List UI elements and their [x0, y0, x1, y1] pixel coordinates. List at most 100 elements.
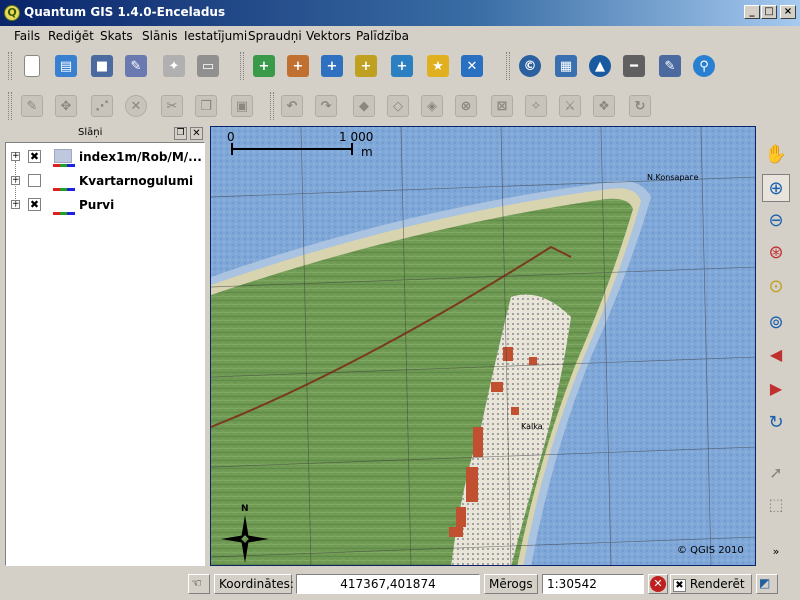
scalebar-button[interactable]: ▦ [552, 52, 580, 80]
save-as-button[interactable]: ✎ [122, 52, 150, 80]
merge-features-icon: ❖ [593, 95, 615, 117]
add-ring-button[interactable]: ◇ [384, 92, 412, 120]
toolbar-overflow-button[interactable]: » [762, 542, 790, 560]
menu-vektors[interactable]: Vektors [306, 29, 351, 43]
zoom-full-button[interactable]: ⊛ [762, 238, 790, 266]
scale-label: Mērogs [484, 574, 538, 594]
layer-name: Purvi [79, 198, 115, 212]
refresh-button[interactable]: ↻ [762, 408, 790, 436]
zoom-out-button[interactable]: ⊖ [762, 206, 790, 234]
layer-row-index1m[interactable]: + ✖ index1m/Rob/M/... [6, 147, 204, 169]
layer-visibility-checkbox[interactable]: ✖ [28, 198, 41, 211]
toggle-editing-button[interactable]: ✎ [18, 92, 46, 120]
simplify-feature-button[interactable]: ◆ [350, 92, 378, 120]
menu-palidziba[interactable]: Palīdzība [356, 29, 409, 43]
layer-visibility-checkbox[interactable] [28, 174, 41, 187]
cut-features-button[interactable]: ✂ [158, 92, 186, 120]
select-features-button[interactable]: ⬚ [762, 490, 790, 518]
toolbar-grip[interactable] [240, 52, 244, 80]
stop-render-button[interactable]: ✕ [648, 574, 668, 594]
zoom-last-button[interactable]: ⚲ [690, 52, 718, 80]
raster-layer-symbol-icon [51, 149, 75, 167]
delete-ring-button[interactable]: ⊗ [452, 92, 480, 120]
menu-slanis[interactable]: Slānis [142, 29, 178, 43]
layer-row-kvartarnogulumi[interactable]: + Kvartarnogulumi [6, 171, 204, 193]
menu-iestatijumi[interactable]: Iestatījumi [184, 29, 247, 43]
move-feature-button[interactable]: ✥ [52, 92, 80, 120]
reshape-features-button[interactable]: ✧ [522, 92, 550, 120]
coordinate-toggle-button[interactable]: ☜ [188, 574, 210, 594]
layer-row-purvi[interactable]: + ✖ Purvi [6, 195, 204, 217]
add-postgis-layer-button[interactable]: + [318, 52, 346, 80]
save-as-icon: ✎ [125, 55, 147, 77]
toolbar-grip[interactable] [8, 52, 12, 80]
delete-part-button[interactable]: ⊠ [488, 92, 516, 120]
merge-features-button[interactable]: ❖ [590, 92, 618, 120]
menu-rediget[interactable]: Rediģēt [48, 29, 94, 43]
save-disk-icon: ■ [91, 55, 113, 77]
toolbar-grip[interactable] [8, 92, 12, 120]
hand-pan-icon: ✋ [764, 143, 788, 165]
toolbar-grip[interactable] [506, 52, 510, 80]
raster-layer-symbol-icon [51, 173, 75, 191]
add-vector-layer-button[interactable]: + [250, 52, 278, 80]
zoom-in-button[interactable]: ⊕ [762, 174, 790, 202]
menu-fails[interactable]: Fails [14, 29, 40, 43]
toolbar-grip[interactable] [270, 92, 274, 120]
maximize-button[interactable]: □ [761, 5, 777, 19]
render-checkbox[interactable]: ✖ [673, 579, 686, 592]
add-island-button[interactable]: ◈ [418, 92, 446, 120]
zoom-to-selection-button[interactable]: ⊙ [762, 272, 790, 300]
zoom-last-button[interactable]: ◀ [762, 340, 790, 368]
add-wms-layer-button[interactable]: + [388, 52, 416, 80]
paste-features-button[interactable]: ▣ [228, 92, 256, 120]
ruler-button[interactable]: ━ [620, 52, 648, 80]
print-button[interactable]: ▭ [194, 52, 222, 80]
menu-spraudni[interactable]: Spraudņi [248, 29, 302, 43]
rotate-icon: ↻ [629, 95, 651, 117]
map-canvas[interactable]: 0 1 000 m N.Konsaрагe Kalka N © QGIS 201… [210, 126, 756, 566]
render-toggle[interactable]: ✖ Renderēt [670, 574, 752, 594]
layer-visibility-checkbox[interactable]: ✖ [28, 150, 41, 163]
save-project-button[interactable]: ■ [88, 52, 116, 80]
north-arrow-button[interactable]: ▲ [586, 52, 614, 80]
scale-field[interactable]: 1:30542 [542, 574, 644, 594]
redo-button[interactable]: ↷ [312, 92, 340, 120]
split-features-button[interactable]: ⚔ [556, 92, 584, 120]
add-raster-layer-button[interactable]: + [284, 52, 312, 80]
new-vector-layer-button[interactable]: ★ [424, 52, 452, 80]
select-features-icon: ⬚ [768, 494, 784, 514]
float-panel-icon[interactable]: ❐ [174, 127, 187, 140]
coordinates-field[interactable]: 417367,401874 [296, 574, 480, 594]
identify-button[interactable]: ➚ [762, 458, 790, 486]
zoom-to-layer-button[interactable]: ⊚ [762, 308, 790, 336]
menu-skats[interactable]: Skats [100, 29, 133, 43]
projection-button[interactable]: ◩ [756, 574, 778, 594]
copy-features-button[interactable]: ❐ [192, 92, 220, 120]
print-composer-button[interactable]: ✦ [160, 52, 188, 80]
delete-selected-button[interactable]: ✕ [122, 92, 150, 120]
open-project-button[interactable]: ▤ [52, 52, 80, 80]
title-bar[interactable]: Q Quantum GIS 1.4.0-Enceladus _ □ × [0, 0, 800, 26]
close-button[interactable]: × [780, 5, 796, 19]
map-svg[interactable]: 0 1 000 m N.Konsaрагe Kalka N © QGIS 201… [211, 127, 756, 566]
pan-button[interactable]: ✋ [762, 140, 790, 168]
new-project-button[interactable] [18, 52, 46, 80]
expand-toggle-icon[interactable]: + [11, 152, 20, 161]
layers-panel-header[interactable]: Slāņi ❐ ✕ [4, 126, 206, 142]
scissors-icon: ✂ [161, 95, 183, 117]
identify-cursor-icon: ➚ [769, 462, 783, 482]
north-arrow-label: N [241, 504, 249, 514]
minimize-button[interactable]: _ [744, 5, 760, 19]
rotate-point-symbols-button[interactable]: ↻ [626, 92, 654, 120]
node-tool-button[interactable]: ⋰ [88, 92, 116, 120]
close-panel-icon[interactable]: ✕ [190, 127, 203, 140]
annotation-button[interactable]: ✎ [656, 52, 684, 80]
reshape-icon: ✧ [525, 95, 547, 117]
zoom-next-button[interactable]: ▶ [762, 374, 790, 402]
undo-button[interactable]: ↶ [278, 92, 306, 120]
remove-layer-button[interactable]: ✕ [458, 52, 486, 80]
pencil-icon: ✎ [21, 95, 43, 117]
copyright-label-button[interactable]: © [516, 52, 544, 80]
add-spatialite-layer-button[interactable]: + [352, 52, 380, 80]
